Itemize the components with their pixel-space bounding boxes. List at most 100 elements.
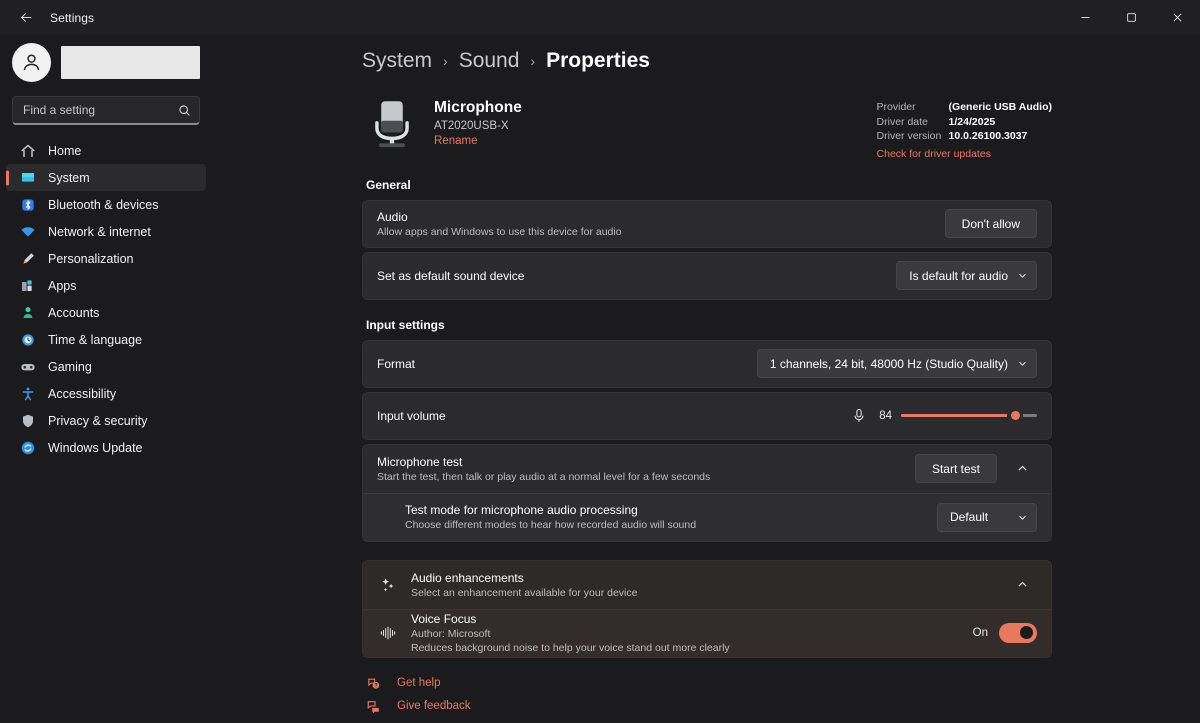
start-test-button[interactable]: Start test: [914, 454, 997, 483]
audio-enhancements-card: Audio enhancements Select an enhancement…: [362, 559, 1052, 658]
sidebar-item-gaming[interactable]: Gaming: [6, 353, 206, 380]
input-volume-texts: Input volume: [377, 409, 852, 423]
audio-enhancements-title: Audio enhancements: [411, 570, 524, 585]
test-mode-title: Test mode for microphone audio processin…: [405, 503, 638, 517]
account-person-icon: [20, 305, 36, 321]
breadcrumb-separator-icon: ›: [443, 53, 448, 69]
maximize-button[interactable]: [1108, 0, 1154, 35]
search-input[interactable]: [23, 103, 178, 117]
breadcrumb-sound[interactable]: Sound: [459, 49, 520, 73]
accessibility-person-icon: [20, 386, 36, 402]
rename-link[interactable]: Rename: [434, 135, 522, 147]
sidebar: Home System Bluetooth & devices: [0, 35, 212, 723]
chevron-up-icon: [1017, 465, 1027, 471]
audio-enhancements-row: Audio enhancements Select an enhancement…: [363, 561, 1051, 609]
avatar: [12, 43, 51, 82]
search-box[interactable]: [12, 96, 200, 125]
audio-enhancements-expander-toggle[interactable]: [1007, 570, 1037, 600]
update-refresh-icon: [20, 440, 36, 456]
driver-date-label: Driver date: [876, 115, 928, 128]
voice-focus-toggle-label: On: [972, 627, 988, 639]
search-container: [6, 92, 206, 135]
dont-allow-button[interactable]: Don't allow: [944, 209, 1037, 238]
driver-date-value: 1/24/2025: [948, 115, 996, 128]
device-header: Microphone AT2020USB-X Rename Provider (…: [362, 93, 1052, 160]
voice-focus-row: Voice Focus Author: Microsoft Reduces ba…: [363, 608, 1051, 657]
give-feedback-link[interactable]: Give feedback: [362, 699, 1052, 714]
general-section-heading: General: [366, 177, 411, 192]
user-profile[interactable]: [6, 35, 206, 92]
sidebar-item-label: Time & language: [48, 332, 143, 347]
chevron-down-icon: [1019, 273, 1026, 278]
default-sound-device-dropdown[interactable]: Is default for audio: [896, 261, 1037, 290]
sidebar-item-bluetooth-devices[interactable]: Bluetooth & devices: [6, 191, 206, 218]
person-avatar-icon: [23, 54, 40, 71]
voice-focus-texts: Voice Focus Author: Microsoft Reduces ba…: [411, 612, 973, 654]
voice-focus-author: Author: Microsoft: [411, 628, 491, 640]
close-button[interactable]: [1154, 0, 1200, 35]
format-title: Format: [377, 356, 416, 371]
check-driver-updates-link[interactable]: Check for driver updates: [877, 148, 1052, 160]
test-mode-dropdown[interactable]: Default: [937, 502, 1037, 532]
format-texts: Format: [377, 357, 757, 371]
sidebar-item-windows-update[interactable]: Windows Update: [6, 434, 206, 461]
slider-thumb[interactable]: [1007, 407, 1024, 424]
breadcrumb: System › Sound › Properties: [362, 49, 1052, 73]
give-feedback-label: Give feedback: [397, 700, 471, 712]
sidebar-item-label: Windows Update: [48, 440, 143, 455]
microphone-test-title: Microphone test: [377, 454, 463, 469]
chevron-down-icon: [1019, 361, 1026, 366]
device-name: Microphone: [434, 99, 522, 116]
sidebar-item-personalization[interactable]: Personalization: [6, 245, 206, 272]
device-meta: Microphone AT2020USB-X Rename: [434, 93, 522, 147]
toggle-knob: [1020, 626, 1033, 639]
input-volume-title: Input volume: [377, 408, 446, 423]
driver-version-value: 10.0.26100.3037: [948, 130, 1028, 142]
arrow-left-icon: [20, 13, 31, 22]
sidebar-item-apps[interactable]: Apps: [6, 272, 206, 299]
sidebar-item-accessibility[interactable]: Accessibility: [6, 380, 206, 407]
voice-focus-title: Voice Focus: [411, 612, 477, 626]
back-button[interactable]: [6, 2, 46, 34]
chevron-down-icon: [1019, 515, 1026, 520]
microphone-icon: [854, 408, 864, 422]
format-dropdown[interactable]: 1 channels, 24 bit, 48000 Hz (Studio Qua…: [756, 349, 1037, 378]
input-settings-heading: Input settings: [366, 317, 445, 332]
title-bar: Settings: [0, 0, 1200, 35]
voice-focus-toggle-group: On: [973, 623, 1037, 643]
system-monitor-icon: [20, 170, 36, 186]
microphone-test-texts: Microphone test Start the test, then tal…: [377, 455, 915, 483]
format-value: 1 channels, 24 bit, 48000 Hz (Studio Qua…: [769, 356, 1008, 371]
sidebar-item-home[interactable]: Home: [6, 137, 206, 164]
sidebar-item-privacy-security[interactable]: Privacy & security: [6, 407, 206, 434]
window-body: Home System Bluetooth & devices: [0, 35, 1200, 723]
sidebar-item-label: Privacy & security: [48, 413, 148, 428]
bluetooth-icon: [20, 197, 36, 213]
sidebar-item-time-language[interactable]: Time & language: [6, 326, 206, 353]
voice-focus-description: Reduces background noise to help your vo…: [411, 642, 730, 654]
sidebar-item-accounts[interactable]: Accounts: [6, 299, 206, 326]
get-help-link[interactable]: Get help: [362, 676, 1052, 691]
sidebar-item-network-internet[interactable]: Network & internet: [6, 218, 206, 245]
driver-date-row: Driver date 1/24/2025: [877, 115, 1052, 130]
sidebar-item-system[interactable]: System: [6, 164, 206, 191]
driver-version-label: Driver version: [876, 130, 942, 142]
input-volume-value: 84: [879, 409, 892, 422]
sidebar-item-label: Bluetooth & devices: [48, 197, 159, 212]
microphone-test-expander-toggle[interactable]: [1007, 454, 1037, 484]
device-model: AT2020USB-X: [434, 120, 509, 132]
apps-icon: [20, 278, 36, 294]
get-help-label: Get help: [397, 677, 441, 689]
paintbrush-icon: [20, 251, 36, 267]
breadcrumb-separator-icon: ›: [530, 53, 536, 69]
voice-focus-toggle[interactable]: [999, 623, 1037, 643]
breadcrumb-system[interactable]: System: [362, 49, 432, 73]
close-icon: [1173, 13, 1181, 22]
test-mode-subtitle: Choose different modes to hear how recor…: [405, 519, 697, 531]
audio-enhancements-texts: Audio enhancements Select an enhancement…: [411, 571, 997, 599]
input-volume-card: Input volume 84: [362, 391, 1052, 440]
slider-fill: [901, 414, 1016, 417]
input-volume-slider[interactable]: [901, 407, 1037, 425]
minimize-button[interactable]: [1062, 0, 1108, 35]
sidebar-item-label: Gaming: [48, 359, 92, 374]
